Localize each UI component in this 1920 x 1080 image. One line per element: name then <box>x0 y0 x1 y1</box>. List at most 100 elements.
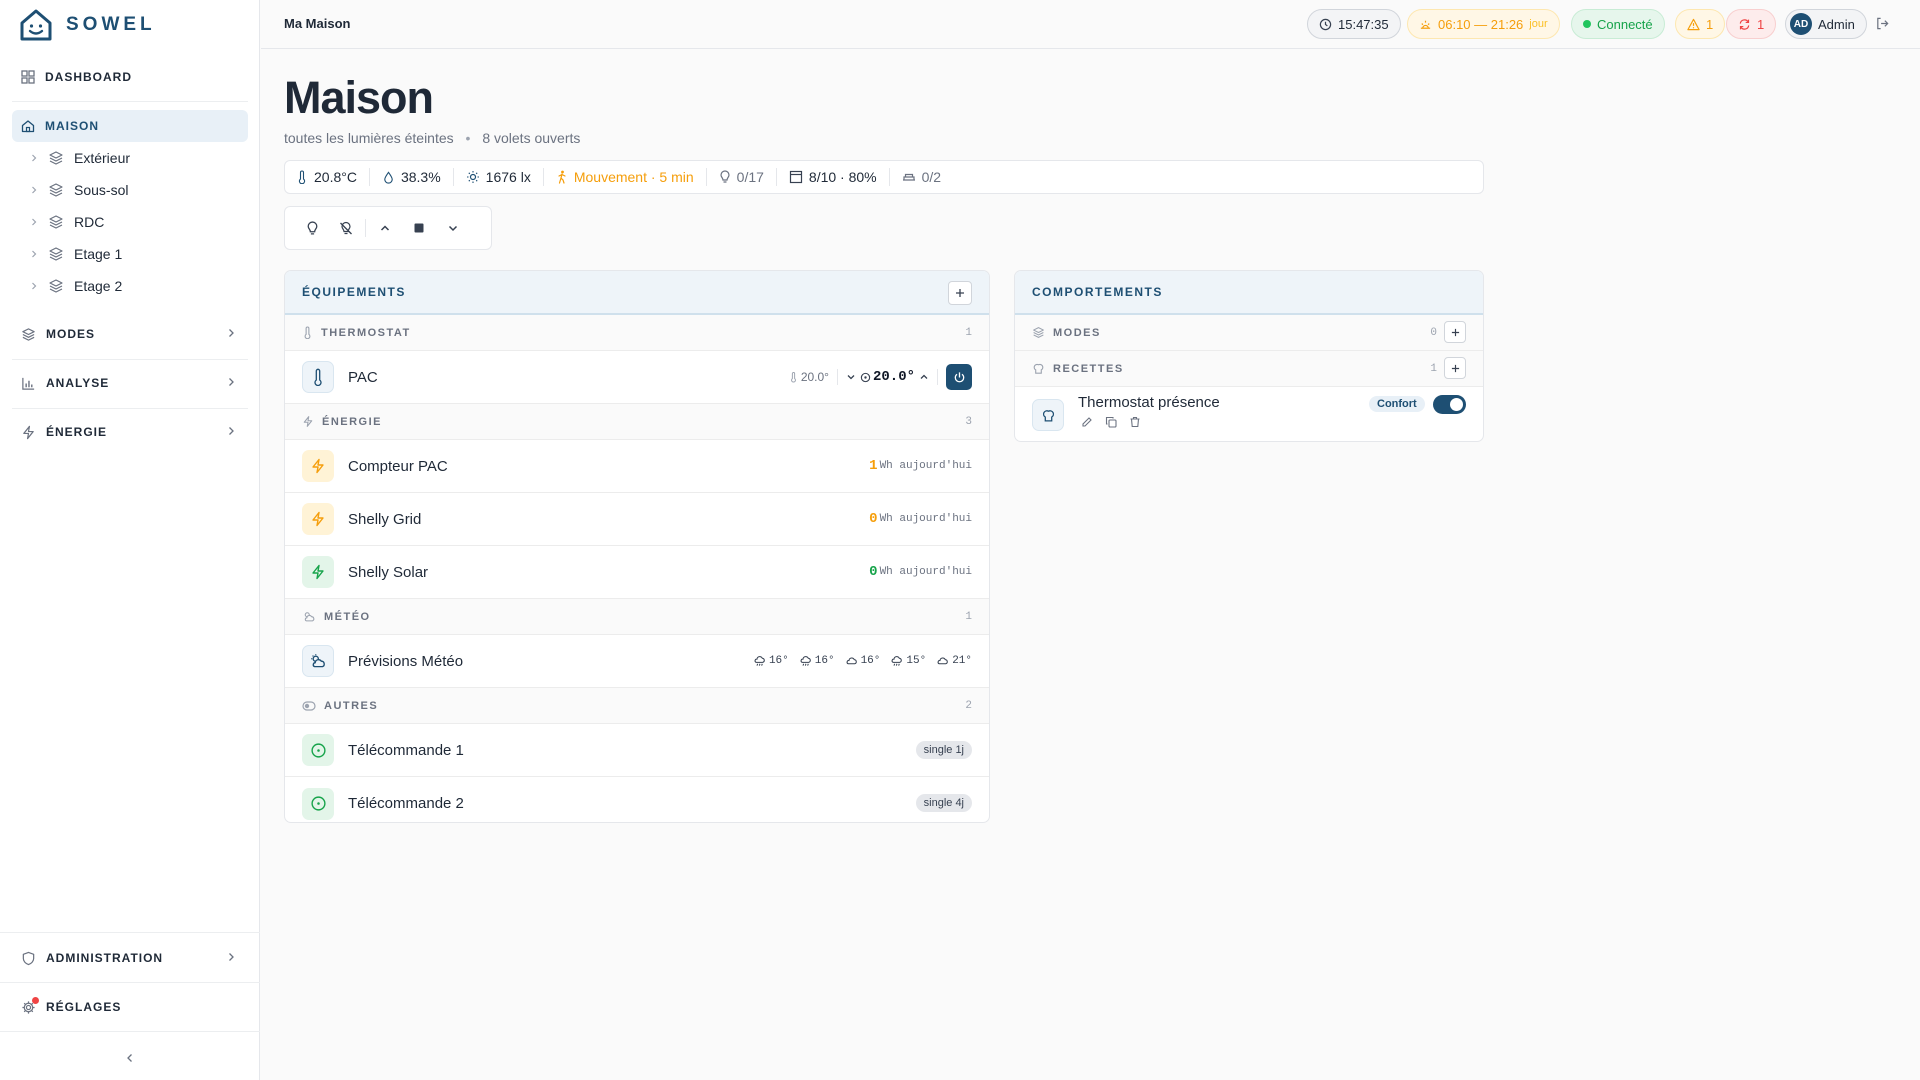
collapse-sidebar-button[interactable] <box>120 1048 140 1068</box>
plus-icon <box>1451 364 1459 372</box>
subtitle-separator: • <box>465 130 471 146</box>
power-icon <box>954 371 964 382</box>
bolt-icon <box>312 458 324 474</box>
duplicate-recipe-button[interactable] <box>1105 416 1117 428</box>
zone-label: Sous-sol <box>74 182 129 198</box>
nav-modes[interactable]: MODES <box>12 318 248 350</box>
nav-maison[interactable]: MAISON <box>12 110 248 142</box>
edit-recipe-button[interactable] <box>1081 416 1093 428</box>
cloud-icon <box>937 657 948 665</box>
forecast-temp: 15° <box>906 655 927 667</box>
nav-analyse[interactable]: ANALYSE <box>12 367 248 399</box>
luminosity-value: 1676 lx <box>485 169 531 185</box>
divider <box>12 359 248 360</box>
errors-badge[interactable]: 1 <box>1726 9 1777 39</box>
equipment-name: Compteur PAC <box>348 457 448 475</box>
add-equipment-button[interactable] <box>948 281 972 305</box>
chevron-right-icon <box>32 218 37 226</box>
humidity-value: 38.3% <box>400 169 441 185</box>
avatar: AD <box>1790 13 1812 35</box>
temperature-value: 20.8°C <box>314 169 357 185</box>
breadcrumb[interactable]: Ma Maison <box>284 16 350 31</box>
logout-button[interactable] <box>1875 16 1890 31</box>
zone-item[interactable]: Etage 1 <box>30 239 290 269</box>
zone-item[interactable]: RDC <box>30 207 290 237</box>
zone-label: RDC <box>74 214 105 230</box>
errors-count: 1 <box>1757 16 1765 32</box>
motion-value: Mouvement · 5 min <box>573 169 694 185</box>
equipment-row-pac[interactable]: PAC 20.0° 20.0° <box>285 351 989 404</box>
behaviors-modes[interactable]: MODES 0 <box>1015 315 1483 351</box>
equipment-row-remote[interactable]: Télécommande 1 single 1j <box>285 724 989 777</box>
cloud-sun-icon <box>304 612 315 622</box>
thermostat-icon-box <box>302 361 334 393</box>
shutters-stop-button[interactable] <box>402 213 436 243</box>
equipment-row-remote[interactable]: Télécommande 2 single 4j <box>285 777 989 822</box>
recipe-icon-box <box>1032 399 1064 431</box>
group-meteo[interactable]: MÉTÉO 1 <box>285 599 989 635</box>
lights-on-button[interactable] <box>295 213 329 243</box>
zone-item[interactable]: Etage 2 <box>30 271 290 301</box>
energy-unit: Wh aujourd'hui <box>879 566 972 578</box>
grid-icon <box>21 70 35 84</box>
chef-hat-icon <box>1042 409 1054 421</box>
group-count: 3 <box>965 415 972 428</box>
warnings-badge[interactable]: 1 <box>1675 9 1726 39</box>
sidebar: SOWEL DASHBOARD MAISON Extérieur Sous-so… <box>0 0 260 1080</box>
user-menu[interactable]: AD Admin <box>1785 9 1867 39</box>
equipment-row-energy[interactable]: Shelly Solar 0 Wh aujourd'hui <box>285 546 989 599</box>
recipe-row[interactable]: Thermostat présence Confort <box>1015 387 1483 441</box>
notification-dot <box>32 996 39 1004</box>
group-thermostat[interactable]: THERMOSTAT 1 <box>285 315 989 351</box>
layers-icon <box>49 247 63 261</box>
nav-reglages[interactable]: RÉGLAGES <box>12 991 248 1023</box>
nav-energie[interactable]: ÉNERGIE <box>12 416 248 448</box>
nav-dashboard[interactable]: DASHBOARD <box>12 61 248 93</box>
group-count: 1 <box>965 326 972 339</box>
stop-icon <box>414 223 424 233</box>
recipe-enabled-toggle[interactable] <box>1433 395 1466 414</box>
logo[interactable]: SOWEL <box>0 0 259 50</box>
sun-icon <box>466 171 479 183</box>
zone-item[interactable]: Extérieur <box>30 143 290 173</box>
page-title: Maison <box>284 72 434 123</box>
group-autres[interactable]: AUTRES 2 <box>285 688 989 724</box>
shutters-down-button[interactable] <box>436 213 470 243</box>
chef-hat-icon <box>1033 363 1044 374</box>
equipment-row-energy[interactable]: Compteur PAC 1 Wh aujourd'hui <box>285 440 989 493</box>
power-button[interactable] <box>946 364 972 390</box>
warnings-count: 1 <box>1706 16 1714 32</box>
toggle-icon <box>302 700 316 711</box>
add-mode-button[interactable] <box>1444 321 1466 343</box>
equipment-row-meteo[interactable]: Prévisions Météo 16° 16° 16° 15° 21° <box>285 635 989 688</box>
behaviors-recettes[interactable]: RECETTES 1 <box>1015 351 1483 387</box>
equipment-row-energy[interactable]: Shelly Grid 0 Wh aujourd'hui <box>285 493 989 546</box>
delete-recipe-button[interactable] <box>1129 416 1141 428</box>
setpoint-increase-button[interactable] <box>919 372 929 382</box>
setpoint-decrease-button[interactable] <box>846 372 856 382</box>
window-icon <box>902 173 915 181</box>
shutters-up-button[interactable] <box>368 213 402 243</box>
nav-reglages-label: RÉGLAGES <box>46 1000 122 1014</box>
layers-icon <box>49 279 63 293</box>
connection-status: Connecté <box>1571 9 1665 39</box>
house-logo-icon <box>20 9 52 41</box>
energy-reading: 0 Wh aujourd'hui <box>869 493 972 545</box>
group-energie[interactable]: ÉNERGIE 3 <box>285 404 989 440</box>
nav-analyse-label: ANALYSE <box>46 376 110 390</box>
divider <box>0 982 260 983</box>
zone-label: Extérieur <box>74 150 131 166</box>
bolt-icon <box>312 511 324 527</box>
add-recipe-button[interactable] <box>1444 357 1466 379</box>
lights-off-button[interactable] <box>329 213 363 243</box>
app-name: SOWEL <box>66 14 156 35</box>
page-subtitle: toutes les lumières éteintes • 8 volets … <box>284 130 580 146</box>
zone-item[interactable]: Sous-sol <box>30 175 290 205</box>
equipment-name: PAC <box>348 368 378 386</box>
nav-administration[interactable]: ADMINISTRATION <box>12 942 248 974</box>
energy-icon-box <box>302 450 334 482</box>
recipe-actions <box>1081 416 1141 428</box>
layers-icon <box>49 215 63 229</box>
chevron-right-icon <box>32 282 37 290</box>
layers-icon <box>49 151 63 165</box>
